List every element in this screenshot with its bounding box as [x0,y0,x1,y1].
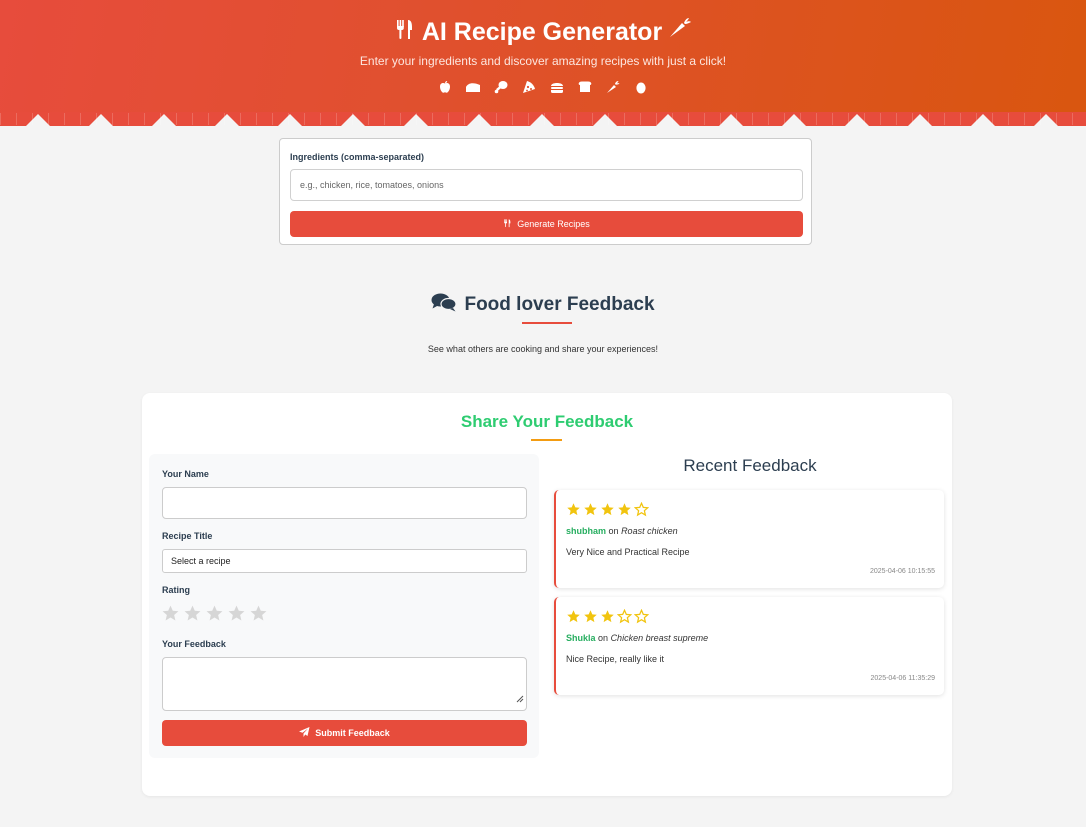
star-empty-icon [633,608,650,629]
drumstick-icon [493,79,509,95]
generate-recipes-label: Generate Recipes [517,219,590,229]
rating-input [161,604,268,628]
hero-header: AI Recipe Generator Enter your ingredien… [0,0,1086,126]
rating-star-icon[interactable] [249,604,268,628]
feedback-form: Your Name Recipe Title Select a recipe R… [149,454,539,758]
egg-icon [633,79,649,95]
feedback-item: shubham on Roast chicken Very Nice and P… [554,490,944,588]
pizza-icon [521,79,537,95]
app-subtitle: Enter your ingredients and discover amaz… [359,54,727,68]
feedback-date: 2025-04-06 11:35:29 [870,675,935,682]
food-icon-row [0,79,1086,95]
rating-star-icon[interactable] [161,604,180,628]
app-title-text: AI Recipe Generator [421,18,663,46]
feedback-user: shubham [566,526,607,536]
comments-icon [431,292,458,318]
paper-plane-icon [299,727,310,739]
feedback-user: Shukla [566,633,596,643]
rating-star-icon[interactable] [227,604,246,628]
carrot-icon [668,16,692,48]
feedback-on: on [598,633,609,643]
feedback-byline: Shukla on Chicken breast supreme [566,633,708,643]
feedback-card: Share Your Feedback Your Name Recipe Tit… [142,393,952,796]
feedback-item: Shukla on Chicken breast supreme Nice Re… [554,597,944,695]
name-label: Your Name [162,469,209,479]
star-rating [566,608,650,629]
utensils-icon [503,218,512,230]
recipe-title-label: Recipe Title [162,531,213,541]
name-input[interactable] [162,487,527,519]
submit-feedback-label: Submit Feedback [315,728,390,738]
bread-icon [577,79,593,95]
feedback-on: on [608,526,619,536]
star-rating [566,501,650,522]
generate-recipes-button[interactable]: Generate Recipes [290,211,803,237]
feedback-section-title: Food lover Feedback [0,292,1086,318]
apple-icon [437,79,453,95]
star-filled-icon [583,609,598,629]
star-empty-icon [633,501,650,522]
ingredients-label: Ingredients (comma-separated) [290,152,425,162]
utensils-icon [394,16,416,48]
feedback-byline: shubham on Roast chicken [566,526,678,536]
rating-star-icon[interactable] [183,604,202,628]
share-title-underline [531,439,562,441]
star-filled-icon [600,609,615,629]
feedback-label: Your Feedback [162,639,226,649]
recipe-select[interactable]: Select a recipe [162,549,527,573]
feedback-recipe: Chicken breast supreme [610,633,709,643]
rating-label: Rating [162,585,190,595]
star-filled-icon [600,502,615,522]
cheese-icon [465,79,481,95]
star-filled-icon [617,502,632,522]
feedback-textarea[interactable] [162,657,527,711]
feedback-section-subtitle: See what others are cooking and share yo… [427,344,659,354]
header-zigzag-border [0,112,1086,126]
burger-icon [549,79,565,95]
ingredients-input[interactable] [290,169,803,201]
feedback-section-title-text: Food lover Feedback [464,294,655,315]
carrot-small-icon [605,79,621,95]
star-empty-icon [616,608,633,629]
recent-feedback-title: Recent Feedback [683,456,817,475]
star-filled-icon [566,502,581,522]
resize-handle-icon[interactable] [516,690,524,708]
star-filled-icon [566,609,581,629]
app-title: AI Recipe Generator [0,16,1086,48]
feedback-date: 2025-04-06 10:15:55 [870,568,935,575]
submit-feedback-button[interactable]: Submit Feedback [162,720,527,746]
ingredients-card: Ingredients (comma-separated) Generate R… [279,138,812,245]
title-underline [522,322,572,324]
feedback-text: Nice Recipe, really like it [566,654,665,664]
feedback-text: Very Nice and Practical Recipe [566,547,690,557]
rating-star-icon[interactable] [205,604,224,628]
share-feedback-title: Share Your Feedback [460,412,634,431]
star-filled-icon [583,502,598,522]
feedback-recipe: Roast chicken [621,526,678,536]
